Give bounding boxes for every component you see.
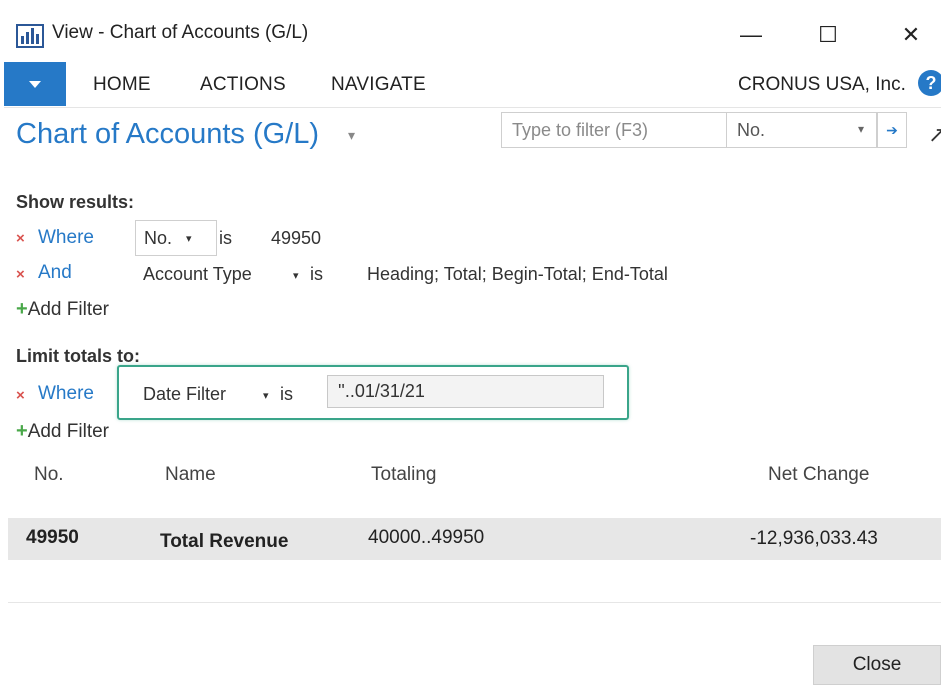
chevron-down-icon[interactable]: ▾ (858, 122, 864, 136)
remove-filter-icon[interactable]: × (16, 266, 25, 283)
plus-icon: + (16, 420, 28, 442)
company-name[interactable]: CRONUS USA, Inc. (738, 74, 906, 96)
show-results-label: Show results: (16, 192, 135, 212)
plus-icon: + (16, 298, 28, 320)
filter-value[interactable]: 49950 (271, 228, 321, 249)
help-icon[interactable]: ? (918, 70, 941, 96)
add-filter-link[interactable]: +Add Filter (16, 298, 109, 321)
column-header-totaling[interactable]: Totaling (371, 464, 437, 486)
filter-field-value: No. (144, 227, 173, 248)
maximize-button[interactable]: ☐ (803, 14, 853, 56)
apply-filter-button[interactable]: ➔ (877, 112, 907, 148)
title-menu-chevron-icon[interactable]: ▾ (348, 127, 355, 144)
row-divider (8, 602, 941, 603)
application-menu-button[interactable] (4, 62, 66, 106)
collapse-arrow-icon[interactable]: ↗ (928, 122, 941, 148)
add-filter-label: Add Filter (27, 421, 109, 442)
filter-operator: is (310, 264, 323, 284)
page-title: Chart of Accounts (G/L) (16, 118, 320, 150)
filter-connector-and[interactable]: And (38, 262, 72, 284)
search-field-value: No. (737, 119, 766, 140)
row-totaling: 40000..49950 (368, 527, 485, 548)
chevron-down-icon[interactable]: ▾ (263, 389, 269, 402)
row-account-no: 49950 (26, 527, 79, 548)
column-header-net-change[interactable]: Net Change (768, 464, 869, 486)
column-header-no[interactable]: No. (34, 464, 64, 486)
date-filter-value: ''..01/31/21 (338, 381, 425, 401)
filter-field-select[interactable]: No. ▾ (135, 220, 217, 256)
filter-operator: is (280, 384, 293, 404)
chevron-down-icon: ▾ (186, 232, 192, 245)
search-box[interactable] (501, 112, 727, 148)
filter-connector-where[interactable]: Where (38, 383, 94, 405)
tab-navigate[interactable]: NAVIGATE (331, 74, 426, 96)
tab-home[interactable]: HOME (93, 74, 151, 96)
filter-field-value[interactable]: Account Type (143, 264, 252, 285)
arrow-right-icon: ➔ (886, 121, 898, 138)
chevron-down-icon[interactable]: ▾ (293, 269, 299, 282)
add-filter-label: Add Filter (27, 299, 109, 320)
column-header-name[interactable]: Name (165, 464, 216, 486)
dropdown-triangle-icon (29, 80, 41, 88)
search-field-select[interactable]: No. (727, 112, 877, 148)
remove-filter-icon[interactable]: × (16, 387, 25, 404)
minimize-button[interactable]: — (726, 14, 776, 56)
close-button[interactable]: Close (813, 645, 941, 685)
remove-filter-icon[interactable]: × (16, 230, 25, 247)
app-icon (16, 22, 44, 48)
date-filter-input[interactable]: ''..01/31/21 (327, 375, 604, 408)
close-window-button[interactable]: ✕ (886, 14, 936, 56)
row-account-name: Total Revenue (160, 531, 289, 552)
filter-operator: is (219, 228, 232, 248)
limit-totals-label: Limit totals to: (16, 346, 140, 366)
row-net-change[interactable]: -12,936,033.43 (750, 528, 878, 550)
filter-connector-where[interactable]: Where (38, 227, 94, 249)
date-filter-field[interactable]: Date Filter (143, 384, 226, 405)
tab-actions[interactable]: ACTIONS (200, 74, 286, 96)
filter-value[interactable]: Heading; Total; Begin-Total; End-Total (367, 264, 668, 285)
search-input[interactable] (502, 113, 726, 147)
window-title: View - Chart of Accounts (G/L) (52, 22, 309, 43)
add-filter-link[interactable]: +Add Filter (16, 420, 109, 443)
